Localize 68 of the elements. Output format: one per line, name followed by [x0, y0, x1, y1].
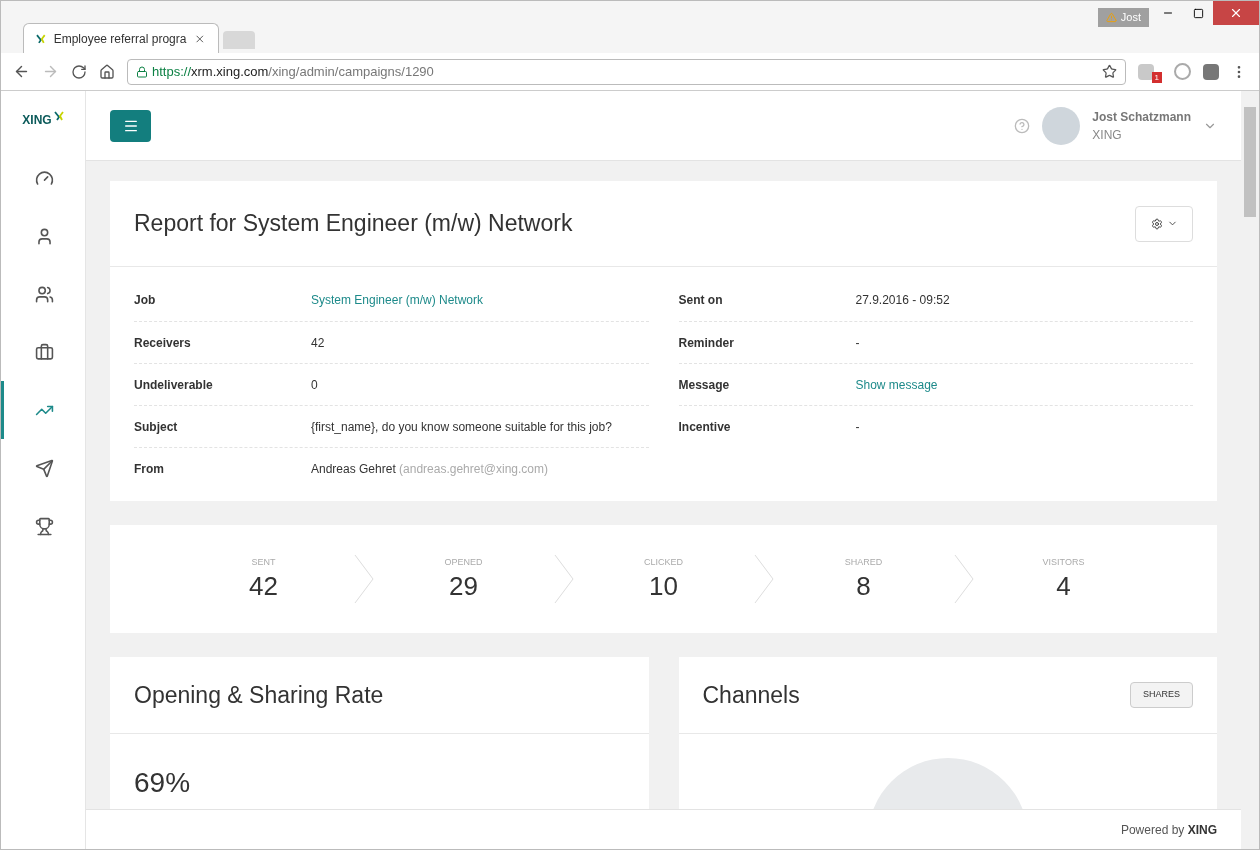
stat-label: CLICKED — [644, 556, 683, 570]
field-value: - — [855, 334, 860, 352]
lock-icon — [136, 65, 148, 78]
field-value: Andreas Gehret (andreas.gehret@xing.com) — [311, 460, 548, 478]
browser-tab[interactable]: Employee referral progra — [23, 23, 219, 53]
notification-badge: 1 — [1151, 71, 1162, 83]
shares-button[interactable]: SHARES — [1130, 682, 1193, 708]
stat-value: 4 — [1056, 569, 1071, 602]
field-value: 42 — [311, 334, 325, 352]
logo[interactable]: XING — [22, 111, 52, 129]
field-label: Subject — [134, 418, 179, 436]
stat-label: SHARED — [844, 556, 883, 570]
user-icon — [35, 226, 54, 246]
field-label: Sent on — [678, 292, 724, 309]
user-name: Jost Schatzmann — [1092, 108, 1191, 126]
chevron-icon — [953, 554, 974, 604]
chevron-icon — [753, 554, 774, 604]
stat-label: OPENED — [444, 556, 483, 570]
help-icon[interactable] — [1014, 117, 1031, 134]
report-title: Report for System Engineer (m/w) Network — [134, 209, 573, 239]
briefcase-icon — [35, 342, 54, 362]
logo-icon — [53, 111, 64, 121]
chevron-icon — [553, 554, 574, 604]
field-value: {first_name}, do you know someone suitable for this job? — [311, 418, 612, 436]
stat-label: SENT — [251, 556, 276, 570]
settings-button[interactable] — [1135, 205, 1193, 242]
card-title: Channels — [702, 680, 800, 710]
field-value: - — [855, 418, 860, 436]
extension-icon[interactable] — [1203, 63, 1219, 80]
extension-icon[interactable] — [1174, 63, 1191, 80]
home-icon[interactable] — [99, 63, 115, 80]
field-label: Undeliverable — [134, 376, 214, 394]
logo-icon — [36, 33, 46, 44]
gauge-icon — [35, 168, 54, 188]
stat-label: VISITORS — [1042, 556, 1085, 570]
star-icon[interactable] — [1102, 64, 1117, 79]
paper-plane-icon — [35, 458, 54, 478]
field-value: 27.9.2016 - 09:52 — [855, 292, 950, 309]
field-label: Incentive — [678, 418, 732, 436]
users-icon — [35, 284, 54, 304]
field-label: Message — [678, 376, 731, 394]
stat-value: 42 — [249, 569, 278, 602]
field-link[interactable]: System Engineer (m/w) Network — [311, 291, 484, 309]
trophy-icon — [35, 516, 54, 536]
forward-icon[interactable] — [42, 63, 59, 80]
stat-value: 29 — [449, 569, 478, 602]
footer-text: Powered by XING — [1120, 821, 1217, 839]
rate-value: 69% — [134, 767, 191, 798]
field-label: Job — [134, 292, 157, 309]
chevron-icon — [353, 554, 374, 604]
menu-button[interactable] — [110, 109, 151, 142]
field-label: Reminder — [678, 334, 735, 352]
reload-icon[interactable] — [71, 63, 87, 80]
field-value: 0 — [311, 376, 318, 394]
field-link[interactable]: Show message — [855, 375, 938, 394]
back-icon[interactable] — [13, 63, 30, 80]
settings-icon — [1150, 217, 1163, 230]
close-icon — [1229, 6, 1243, 20]
close-tab-icon[interactable] — [194, 32, 206, 45]
field-label: From — [134, 460, 165, 478]
address-field[interactable]: https://xrm.xing.com/xing/admin/campaigns/1290 — [127, 58, 1126, 85]
warning-icon — [1105, 12, 1117, 23]
company-name: XING — [1092, 126, 1123, 144]
stat-value: 8 — [856, 569, 871, 602]
field-label: Receivers — [134, 334, 192, 352]
card-title: Opening & Sharing Rate — [134, 680, 384, 710]
stat-value: 10 — [649, 569, 678, 602]
maximize-icon — [1192, 7, 1204, 19]
